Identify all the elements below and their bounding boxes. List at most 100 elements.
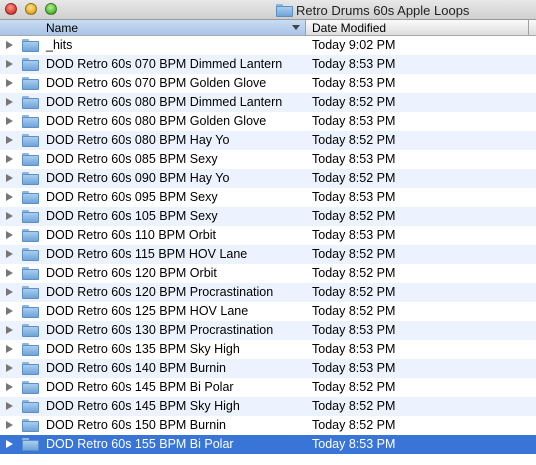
column-divider[interactable]: [528, 20, 529, 35]
disclosure-triangle-icon[interactable]: [6, 79, 13, 87]
file-name: DOD Retro 60s 125 BPM HOV Lane: [46, 304, 249, 318]
file-list-row[interactable]: DOD Retro 60s 080 BPM Hay Yo Today 8:52 P…: [0, 131, 536, 150]
file-date-modified: Today 8:53 PM: [312, 114, 396, 128]
disclosure-triangle-icon[interactable]: [6, 60, 13, 68]
file-list-row[interactable]: DOD Retro 60s 070 BPM Golden Glove Today …: [0, 74, 536, 93]
sort-descending-icon: [292, 25, 300, 30]
folder-icon: [22, 172, 39, 185]
file-date-modified: Today 9:02 PM: [312, 38, 396, 52]
column-header-name[interactable]: Name: [0, 20, 306, 35]
file-list-row[interactable]: DOD Retro 60s 095 BPM Sexy Today 8:53 PM: [0, 188, 536, 207]
disclosure-triangle-icon[interactable]: [6, 155, 13, 163]
file-list-row[interactable]: DOD Retro 60s 150 BPM Burnin Today 8:52 P…: [0, 416, 536, 435]
file-list-row[interactable]: DOD Retro 60s 070 BPM Dimmed Lantern Toda…: [0, 55, 536, 74]
file-date-modified: Today 8:52 PM: [312, 209, 396, 223]
file-date-modified: Today 8:52 PM: [312, 133, 396, 147]
disclosure-triangle-icon[interactable]: [6, 136, 13, 144]
file-list-row[interactable]: DOD Retro 60s 125 BPM HOV Lane Today 8:52…: [0, 302, 536, 321]
disclosure-triangle-icon[interactable]: [6, 250, 13, 258]
file-date-modified: Today 8:52 PM: [312, 266, 396, 280]
disclosure-triangle-icon[interactable]: [6, 402, 13, 410]
file-date-modified: Today 8:53 PM: [312, 323, 396, 337]
disclosure-triangle-icon[interactable]: [6, 307, 13, 315]
disclosure-triangle-icon[interactable]: [6, 440, 13, 448]
disclosure-triangle-icon[interactable]: [6, 231, 13, 239]
folder-icon: [22, 96, 39, 109]
file-name: DOD Retro 60s 150 BPM Burnin: [46, 418, 226, 432]
disclosure-triangle-icon[interactable]: [6, 212, 13, 220]
file-name: DOD Retro 60s 080 BPM Golden Glove: [46, 114, 267, 128]
file-date-modified: Today 8:52 PM: [312, 285, 396, 299]
folder-icon: [22, 286, 39, 299]
file-list-row[interactable]: DOD Retro 60s 140 BPM Burnin Today 8:53 P…: [0, 359, 536, 378]
folder-icon: [22, 343, 39, 356]
file-date-modified: Today 8:52 PM: [312, 95, 396, 109]
disclosure-triangle-icon[interactable]: [6, 421, 13, 429]
file-list-row[interactable]: DOD Retro 60s 080 BPM Dimmed Lantern Toda…: [0, 93, 536, 112]
window-title-group: Retro Drums 60s Apple Loops: [276, 2, 469, 18]
folder-icon: [22, 305, 39, 318]
file-list-row[interactable]: DOD Retro 60s 120 BPM Orbit Today 8:52 PM: [0, 264, 536, 283]
file-name: DOD Retro 60s 070 BPM Golden Glove: [46, 76, 267, 90]
file-name: _hits: [46, 38, 73, 52]
column-header: Name Date Modified: [0, 20, 536, 36]
file-list-row[interactable]: DOD Retro 60s 145 BPM Sky High Today 8:52…: [0, 397, 536, 416]
file-name: DOD Retro 60s 070 BPM Dimmed Lantern: [46, 57, 283, 71]
minimize-button[interactable]: [25, 3, 37, 15]
file-name: DOD Retro 60s 115 BPM HOV Lane: [46, 247, 248, 261]
file-list-row[interactable]: DOD Retro 60s 085 BPM Sexy Today 8:53 PM: [0, 150, 536, 169]
file-list-row[interactable]: DOD Retro 60s 115 BPM HOV Lane Today 8:52…: [0, 245, 536, 264]
folder-icon: [22, 229, 39, 242]
file-list-row[interactable]: DOD Retro 60s 090 BPM Hay Yo Today 8:52 P…: [0, 169, 536, 188]
disclosure-triangle-icon[interactable]: [6, 174, 13, 182]
file-date-modified: Today 8:53 PM: [312, 437, 396, 451]
folder-icon: [22, 134, 39, 147]
window-title: Retro Drums 60s Apple Loops: [296, 2, 470, 18]
file-list-row[interactable]: DOD Retro 60s 110 BPM Orbit Today 8:53 PM: [0, 226, 536, 245]
file-date-modified: Today 8:53 PM: [312, 57, 396, 71]
file-date-modified: Today 8:53 PM: [312, 342, 396, 356]
disclosure-triangle-icon[interactable]: [6, 326, 13, 334]
file-list-row[interactable]: DOD Retro 60s 135 BPM Sky High Today 8:53…: [0, 340, 536, 359]
file-date-modified: Today 8:52 PM: [312, 304, 396, 318]
disclosure-triangle-icon[interactable]: [6, 345, 13, 353]
folder-icon: [22, 400, 39, 413]
file-name: DOD Retro 60s 105 BPM Sexy: [46, 209, 218, 223]
file-list: _hits Today 9:02 PM DOD Retro 60s 070 BPM …: [0, 36, 536, 454]
file-list-row[interactable]: DOD Retro 60s 145 BPM Bi Polar Today 8:52…: [0, 378, 536, 397]
folder-icon: [22, 191, 39, 204]
folder-icon: [276, 3, 293, 17]
folder-icon: [22, 324, 39, 337]
file-name: DOD Retro 60s 080 BPM Dimmed Lantern: [46, 95, 283, 109]
file-name: DOD Retro 60s 090 BPM Hay Yo: [46, 171, 230, 185]
close-button[interactable]: [5, 3, 17, 15]
file-list-row[interactable]: DOD Retro 60s 155 BPM Bi Polar Today 8:53…: [0, 435, 536, 454]
disclosure-triangle-icon[interactable]: [6, 41, 13, 49]
file-list-row[interactable]: DOD Retro 60s 130 BPM Procrastination Tod…: [0, 321, 536, 340]
file-list-row[interactable]: DOD Retro 60s 080 BPM Golden Glove Today …: [0, 112, 536, 131]
disclosure-triangle-icon[interactable]: [6, 364, 13, 372]
column-header-date-modified[interactable]: Date Modified: [312, 21, 386, 35]
disclosure-triangle-icon[interactable]: [6, 288, 13, 296]
file-list-row[interactable]: DOD Retro 60s 120 BPM Procrastination Tod…: [0, 283, 536, 302]
file-date-modified: Today 8:52 PM: [312, 418, 396, 432]
disclosure-triangle-icon[interactable]: [6, 383, 13, 391]
zoom-button[interactable]: [45, 3, 57, 15]
file-list-row[interactable]: _hits Today 9:02 PM: [0, 36, 536, 55]
file-date-modified: Today 8:53 PM: [312, 361, 396, 375]
file-list-row[interactable]: DOD Retro 60s 105 BPM Sexy Today 8:52 PM: [0, 207, 536, 226]
disclosure-triangle-icon[interactable]: [6, 269, 13, 277]
folder-icon: [22, 381, 39, 394]
folder-icon: [22, 419, 39, 432]
folder-icon: [22, 267, 39, 280]
disclosure-triangle-icon[interactable]: [6, 117, 13, 125]
file-name: DOD Retro 60s 095 BPM Sexy: [46, 190, 218, 204]
file-date-modified: Today 8:53 PM: [312, 190, 396, 204]
file-date-modified: Today 8:53 PM: [312, 228, 396, 242]
disclosure-triangle-icon[interactable]: [6, 193, 13, 201]
file-name: DOD Retro 60s 145 BPM Sky High: [46, 399, 240, 413]
file-date-modified: Today 8:52 PM: [312, 380, 396, 394]
file-date-modified: Today 8:52 PM: [312, 399, 396, 413]
disclosure-triangle-icon[interactable]: [6, 98, 13, 106]
column-header-name-label: Name: [46, 21, 79, 35]
